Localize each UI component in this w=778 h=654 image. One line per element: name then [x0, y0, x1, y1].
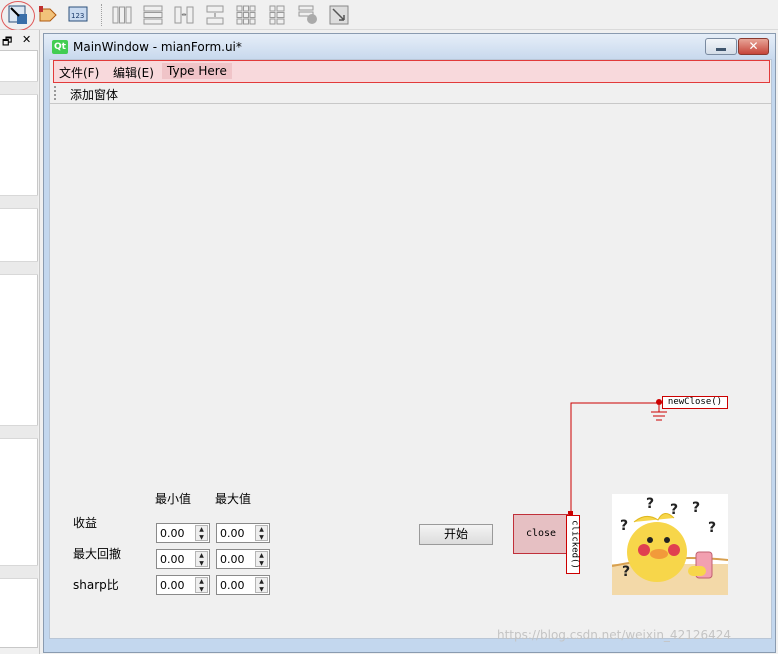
window-titlebar[interactable]: Qt MainWindow - mianForm.ui* ✕	[44, 34, 775, 60]
dock-category-row[interactable]	[0, 425, 38, 439]
layout-grid-icon[interactable]	[234, 3, 258, 27]
window-title: MainWindow - mianForm.ui*	[73, 40, 242, 54]
close-window-button[interactable]: ✕	[738, 38, 769, 55]
dock-category-row[interactable]	[0, 81, 38, 95]
break-layout-icon[interactable]	[296, 3, 320, 27]
dock-content	[0, 50, 38, 648]
layout-horizontal-icon[interactable]	[110, 3, 134, 27]
main-window-form: 文件(F) 编辑(E) Type Here 添加窗体 最小值 最大值 收益 最大…	[49, 59, 772, 639]
highlight-circle	[1, 1, 35, 31]
dock-category-row[interactable]	[0, 565, 38, 579]
dock-category-row[interactable]	[0, 261, 38, 275]
confused-chick-image: ? ? ? ? ? ?	[612, 496, 728, 595]
toolbar-separator	[101, 4, 102, 26]
svg-text:?: ?	[622, 564, 630, 580]
layout-vertical-splitter-icon[interactable]	[203, 3, 227, 27]
svg-text:?: ?	[692, 500, 700, 516]
watermark: https://blog.csdn.net/weixin_42126424	[497, 628, 732, 642]
layout-vertical-icon[interactable]	[141, 3, 165, 27]
svg-text:?: ?	[670, 502, 678, 518]
layout-form-icon[interactable]	[265, 3, 289, 27]
designer-toolbar: 123	[0, 0, 778, 31]
adjust-size-icon[interactable]	[327, 3, 351, 27]
edit-signals-slots-icon[interactable]	[36, 3, 60, 27]
layout-horizontal-splitter-icon[interactable]	[172, 3, 196, 27]
edit-tab-order-icon[interactable]: 123	[66, 3, 90, 27]
signal-label-box: clicked()	[566, 515, 580, 574]
svg-text:?: ?	[646, 496, 654, 512]
slot-label: newClose()	[662, 396, 728, 409]
svg-text:?: ?	[708, 520, 716, 536]
dock-category-row[interactable]	[0, 195, 38, 209]
image-label: ? ? ? ? ? ?	[612, 494, 728, 595]
designer-subwindow: Qt MainWindow - mianForm.ui* ✕ 文件(F) 编辑(…	[43, 33, 776, 653]
svg-text:123: 123	[71, 12, 84, 20]
svg-text:?: ?	[620, 518, 628, 534]
minimize-button[interactable]	[705, 38, 737, 55]
qt-logo: Qt	[52, 40, 68, 54]
left-dock-panel: 🗗 ✕	[0, 30, 40, 654]
dock-close-icon[interactable]: ✕	[22, 33, 31, 46]
dock-controls: 🗗 ✕	[0, 33, 40, 49]
close-button[interactable]: close	[513, 514, 569, 554]
signal-label: clicked()	[569, 520, 580, 569]
